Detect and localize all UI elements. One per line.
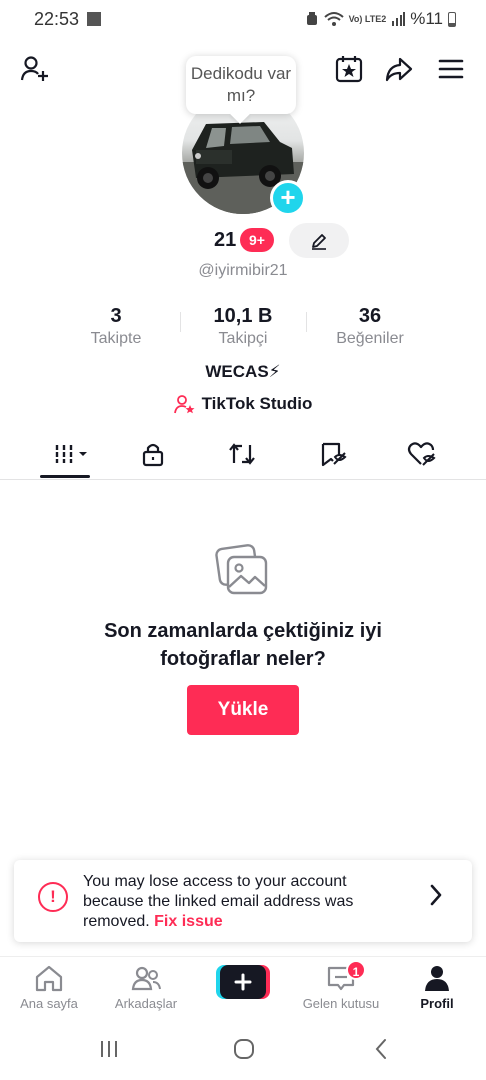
likes-stat[interactable]: 36 Beğeniler [308,305,432,348]
tiktok-studio-label: TikTok Studio [201,394,313,413]
nav-inbox[interactable]: Gelen kutusu [296,962,386,1011]
create-button[interactable] [216,965,270,999]
create-icon [216,965,270,999]
likes-label: Beğeniler [336,330,404,347]
status-indicators: Vo) LTE2 %11 [305,9,456,29]
back-system-button[interactable] [366,1036,396,1062]
followers-label: Takipçi [218,330,268,347]
recent-apps-button[interactable] [94,1036,124,1062]
creator-star-icon [173,395,195,414]
inbox-badge: 1 [346,960,366,980]
battery-percent: %11 [410,9,443,28]
empty-state-message: Son zamanlarda çektiğiniz iyi fotoğrafla… [104,620,382,670]
profile-icon [425,966,449,991]
warning-icon: ! [38,882,68,912]
username: @iyirmibir21 [198,262,288,279]
nav-home-label: Ana sayfa [20,996,78,1011]
home-circle-icon [234,1039,254,1059]
following-label: Takipte [90,330,142,347]
likes-count: 36 [358,305,382,327]
nav-profile[interactable]: Profil [392,962,482,1011]
followers-stat[interactable]: 10,1 B Takipçi [181,305,305,348]
fix-issue-link[interactable]: Fix issue [154,913,222,930]
home-icon [35,965,63,992]
following-stat[interactable]: 3 Takipte [54,305,178,348]
signal-icon [392,12,406,26]
home-system-button[interactable] [229,1036,259,1062]
wifi-icon [323,12,344,26]
lock-icon [142,443,164,467]
tiktok-studio-link[interactable]: TikTok Studio [0,394,486,414]
tab-private[interactable] [133,438,173,470]
photos-icon [214,543,272,601]
add-user-icon [20,56,48,81]
network-type: Vo) LTE2 [348,13,387,24]
nav-friends-label: Arkadaşlar [114,996,178,1011]
share-profile-button[interactable] [382,52,416,86]
hamburger-icon [438,59,464,79]
pencil-icon [312,233,326,250]
notification-badge[interactable]: 9+ [240,228,274,252]
grid-icon [55,445,87,463]
share-icon [385,57,413,82]
stat-divider [306,312,307,332]
following-count: 3 [110,305,122,327]
alarm-icon [306,12,317,25]
nickname-tooltip[interactable]: Dedikodu var mı? [186,56,296,114]
status-bar: 22:53 Vo) LTE2 %11 [0,0,486,40]
banner-message: You may lose access to your account beca… [83,872,403,932]
nav-friends[interactable]: Arkadaşlar [101,962,191,1011]
nav-inbox-label: Gelen kutusu [302,996,380,1011]
nav-profile-label: Profil [420,996,454,1011]
status-time: 22:53 [34,9,80,29]
bio-text: WECAS⚡ [205,362,281,381]
chevron-right-icon[interactable] [424,880,448,910]
tab-saved[interactable] [313,438,353,470]
recent-apps-icon [101,1041,117,1057]
tab-liked[interactable] [402,438,442,470]
active-tab-indicator [40,475,90,478]
account-warning-banner[interactable]: ! You may lose access to your account be… [14,860,472,942]
add-friend-button[interactable] [18,52,52,86]
nav-home[interactable]: Ana sayfa [4,962,94,1011]
tabs-divider [0,479,486,480]
upload-button[interactable]: Yükle [187,685,299,735]
display-name: 21 [214,229,237,251]
back-chevron-icon [375,1039,386,1059]
calendar-star-icon [335,56,363,83]
battery-icon [448,11,456,27]
tab-reposts[interactable] [222,438,262,470]
followers-count: 10,1 B [213,305,273,327]
bottom-nav-divider [0,956,486,957]
liked-icon [407,442,436,466]
edit-profile-button[interactable] [289,223,349,258]
menu-button[interactable] [434,52,468,86]
tab-videos[interactable] [46,438,92,470]
tooltip-text: Dedikodu var mı? [190,64,292,105]
repost-icon [229,443,255,465]
gallery-notification-icon [87,12,101,26]
saved-icon [321,442,347,467]
add-avatar-story-button[interactable]: + [270,180,306,216]
events-button[interactable] [332,52,366,86]
friends-icon [131,966,161,991]
